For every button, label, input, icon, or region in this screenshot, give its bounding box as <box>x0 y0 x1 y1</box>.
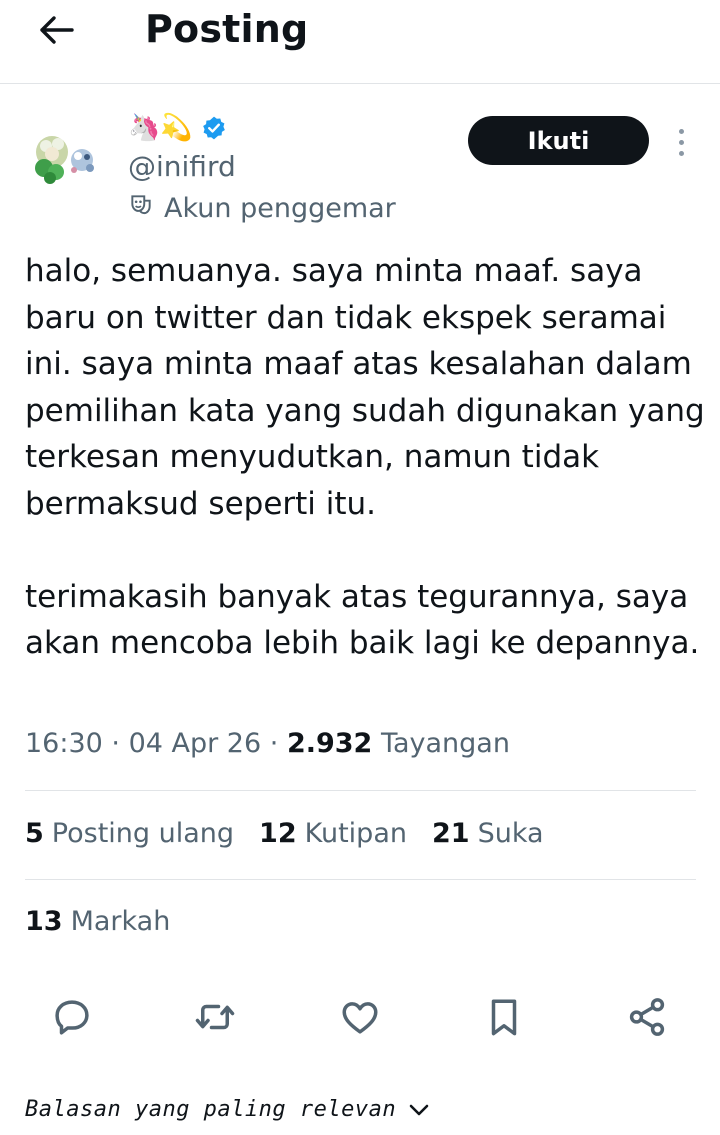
tweet-time[interactable]: 16:30 <box>25 728 103 759</box>
divider <box>25 790 696 791</box>
display-name-emojis: 🦄💫 <box>128 113 193 143</box>
reply-sort-dropdown[interactable]: Balasan yang paling relevan <box>25 1097 430 1122</box>
reply-button[interactable] <box>47 992 97 1042</box>
like-button[interactable] <box>335 992 385 1042</box>
top-bar: Posting <box>0 0 720 84</box>
bookmark-button[interactable] <box>479 992 529 1042</box>
divider <box>25 879 696 880</box>
tweet-author: 🦄💫 @inifird Akun penggemar Ikuti <box>0 84 720 234</box>
likes-label: Suka <box>477 818 544 849</box>
reposts-count: 5 <box>25 818 44 849</box>
likes-count: 21 <box>431 818 470 849</box>
bookmarks-count: 13 <box>25 906 63 937</box>
share-button[interactable] <box>622 992 672 1042</box>
bookmarks-stat[interactable]: 13 Markah <box>25 906 170 937</box>
user-handle[interactable]: @inifird <box>128 150 236 183</box>
quotes-stat[interactable]: 12 Kutipan <box>259 818 407 849</box>
bookmarks-label: Markah <box>70 906 171 937</box>
share-icon <box>629 998 665 1036</box>
heart-icon <box>342 1002 378 1034</box>
reposts-label: Posting ulang <box>51 818 235 849</box>
likes-stat[interactable]: 21 Suka <box>432 818 544 849</box>
tweet-meta: 16:30 · 04 Apr 26 · 2.932 Tayangan <box>25 728 510 759</box>
page-title: Posting <box>145 7 309 51</box>
bookmark-icon <box>491 999 517 1036</box>
follow-button[interactable]: Ikuti <box>468 116 649 165</box>
repost-icon <box>195 1004 235 1030</box>
fan-account-text: Akun penggemar <box>164 193 396 224</box>
fan-account-label: Akun penggemar <box>128 192 396 225</box>
display-name[interactable]: 🦄💫 <box>128 112 227 144</box>
quotes-count: 12 <box>259 818 297 849</box>
repost-button[interactable] <box>190 992 240 1042</box>
arrow-left-icon <box>40 16 74 44</box>
chevron-down-icon <box>409 1104 429 1115</box>
engagement-stats: 5 Posting ulang 12 Kutipan 21 Suka <box>25 818 569 849</box>
verified-badge-icon <box>201 115 227 141</box>
tweet-date[interactable]: 04 Apr 26 <box>129 728 262 759</box>
more-vertical-icon[interactable] <box>664 122 698 162</box>
reply-sort-label: Balasan yang paling relevan <box>25 1097 397 1122</box>
views-label: Tayangan <box>380 728 510 759</box>
views-count: 2.932 <box>286 728 373 759</box>
reply-icon <box>55 1000 89 1035</box>
theater-mask-icon <box>128 192 154 225</box>
back-button[interactable] <box>30 8 82 52</box>
tweet-text: halo, semuanya. saya minta maaf. saya ba… <box>25 253 705 661</box>
quotes-label: Kutipan <box>304 818 407 849</box>
reposts-stat[interactable]: 5 Posting ulang <box>25 818 234 849</box>
action-bar <box>0 992 720 1044</box>
avatar[interactable] <box>30 120 104 194</box>
